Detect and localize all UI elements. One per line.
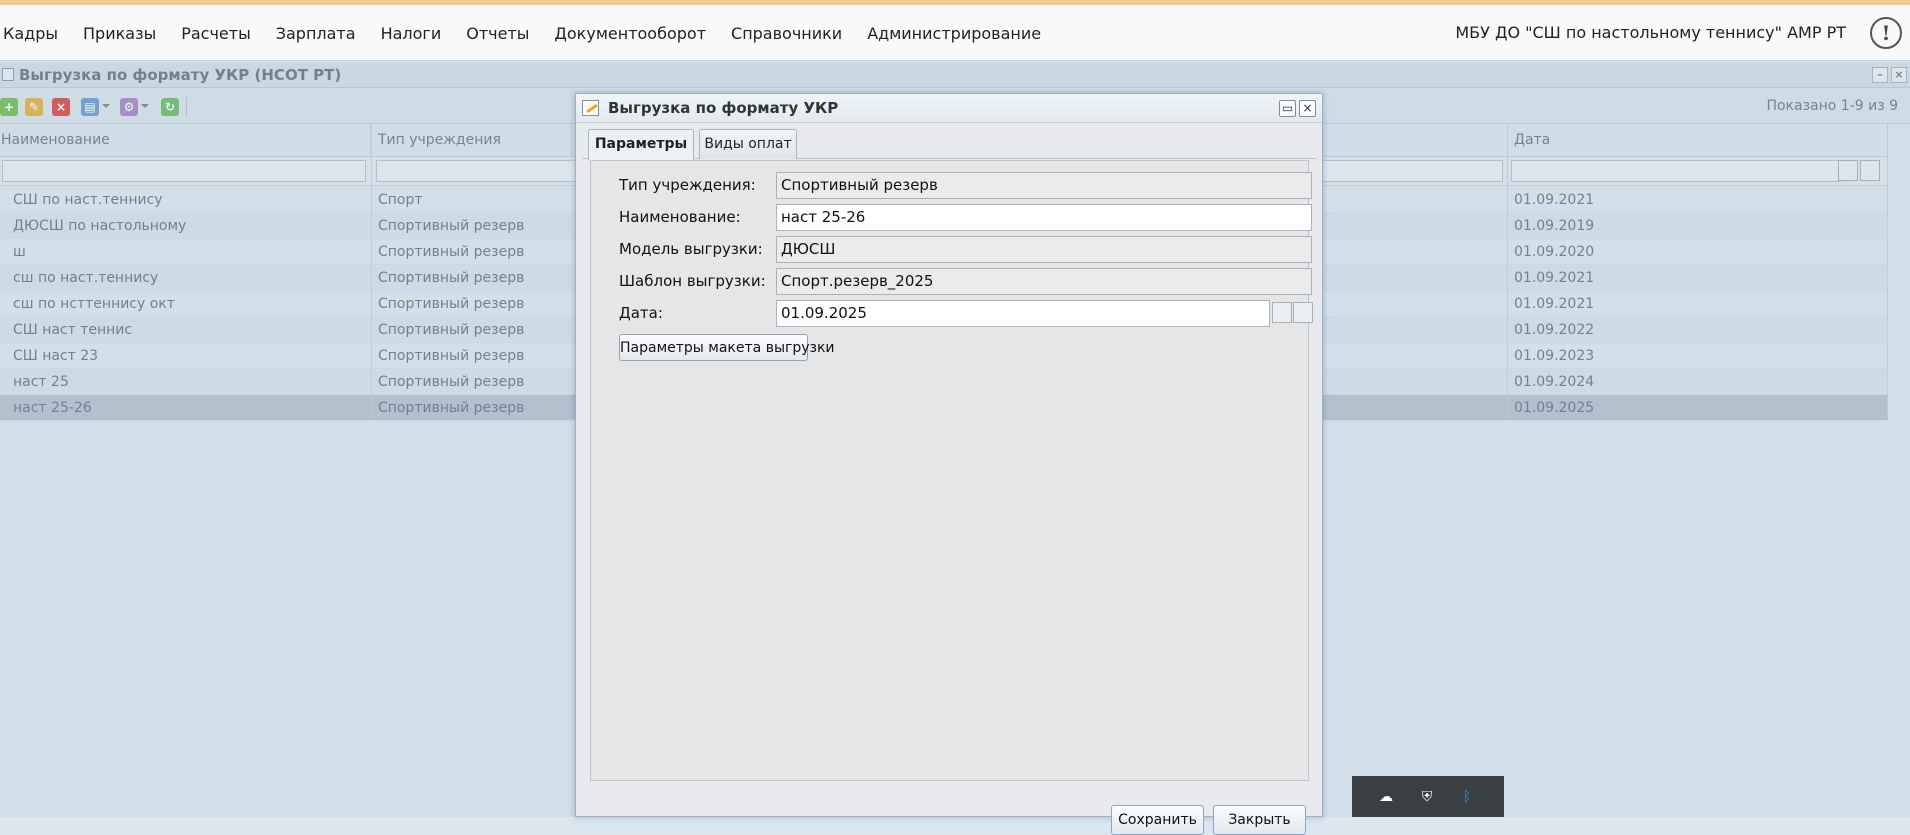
cell-name: СШ наст теннис: [13, 322, 133, 338]
alert-icon[interactable]: !: [1870, 17, 1902, 49]
actions-icon[interactable]: ⚙: [120, 98, 138, 116]
bluetooth-icon[interactable]: ᛒ: [1457, 787, 1477, 807]
print-icon[interactable]: ▤: [81, 98, 99, 116]
menu-item-prikazy[interactable]: Приказы: [83, 24, 156, 43]
date-clear-icon[interactable]: [1860, 160, 1880, 181]
menu-item-spravochniki[interactable]: Справочники: [731, 24, 842, 43]
cancel-button[interactable]: Закрыть: [1213, 805, 1306, 835]
cell-type: Спортивный резерв: [378, 296, 525, 312]
menu-items: Кадры Приказы Расчеты Зарплата Налоги От…: [3, 5, 1066, 61]
export-dialog: Выгрузка по формату УКР ▭ × Параметры Ви…: [575, 93, 1323, 835]
menu-item-nalogi[interactable]: Налоги: [381, 24, 442, 43]
close-icon[interactable]: ×: [1891, 67, 1907, 83]
filter-date-input[interactable]: [1511, 160, 1841, 182]
column-divider: [1887, 124, 1888, 419]
menu-item-raschety[interactable]: Расчеты: [181, 24, 251, 43]
cell-type: Спортивный резерв: [378, 218, 525, 234]
cell-name: СШ наст 23: [13, 348, 99, 364]
cell-date: 01.09.2019: [1514, 218, 1595, 234]
cell-type: Спортивный резерв: [378, 244, 525, 260]
column-divider: [1507, 124, 1508, 419]
calendar-icon[interactable]: [1838, 160, 1858, 181]
cell-type: Спортивный резерв: [378, 400, 525, 416]
cell-type: Спортивный резерв: [378, 374, 525, 390]
cell-type: Спортивный резерв: [378, 270, 525, 286]
column-divider: [371, 124, 372, 419]
filter-name-input[interactable]: [2, 160, 366, 182]
cloud-off-icon[interactable]: ☁: [1376, 787, 1396, 807]
system-tray: ☁ ⛨ ᛒ: [1352, 776, 1504, 817]
minimize-icon[interactable]: –: [1872, 67, 1888, 83]
edit-document-icon: [582, 100, 599, 116]
refresh-icon[interactable]: ↻: [161, 98, 179, 116]
export-model-field[interactable]: ДЮСШ: [776, 236, 1312, 263]
dialog-title: Выгрузка по формату УКР: [608, 99, 839, 117]
menu-item-otchety[interactable]: Отчеты: [466, 24, 529, 43]
edit-icon[interactable]: ✎: [25, 98, 43, 116]
window-icon: [2, 68, 14, 81]
cell-name: сш по нсттеннису окт: [13, 296, 175, 312]
cell-name: ш: [13, 244, 26, 260]
date-input[interactable]: 01.09.2025: [776, 300, 1270, 327]
toolbar-separator: [186, 97, 187, 117]
export-template-field[interactable]: Спорт.резерв_2025: [776, 268, 1312, 295]
cell-date: 01.09.2020: [1514, 244, 1595, 260]
date-label: Дата:: [619, 304, 663, 322]
cell-type: Спортивный резерв: [378, 322, 525, 338]
cell-name: сш по наст.теннису: [13, 270, 159, 286]
date-clear-icon[interactable]: [1293, 302, 1313, 323]
menu-item-dokumentooborot[interactable]: Документооборот: [554, 24, 706, 43]
cell-date: 01.09.2021: [1514, 270, 1595, 286]
main-menu-bar: Кадры Приказы Расчеты Зарплата Налоги От…: [0, 5, 1910, 61]
export-model-label: Модель выгрузки:: [619, 240, 763, 258]
tab-parameters[interactable]: Параметры: [588, 129, 694, 160]
save-button[interactable]: Сохранить: [1111, 805, 1204, 835]
calendar-icon[interactable]: [1272, 302, 1292, 323]
cell-date: 01.09.2025: [1514, 400, 1595, 416]
organization-name: МБУ ДО "СШ по настольному теннису" АМР Р…: [1455, 23, 1846, 42]
menu-item-zarplata[interactable]: Зарплата: [276, 24, 356, 43]
tab-payment-types[interactable]: Виды оплат: [699, 129, 797, 159]
layout-params-button[interactable]: Параметры макета выгрузки: [619, 334, 835, 361]
cell-type: Спортивный резерв: [378, 348, 525, 364]
column-header-name[interactable]: Наименование: [0, 124, 371, 157]
name-label: Наименование:: [619, 208, 741, 226]
cell-name: наст 25: [13, 374, 69, 390]
cell-type: Спорт: [378, 192, 423, 208]
column-header-date[interactable]: Дата: [1508, 124, 1888, 157]
cell-date: 01.09.2023: [1514, 348, 1595, 364]
export-template-label: Шаблон выгрузки:: [619, 272, 766, 290]
column-header-type[interactable]: Тип учреждения: [372, 124, 572, 157]
parameters-panel: Тип учреждения: Спортивный резерв Наимен…: [590, 160, 1313, 781]
filter-extra-input[interactable]: [1320, 160, 1503, 182]
cell-name: наст 25-26: [13, 400, 92, 416]
cell-name: СШ по наст.теннису: [13, 192, 163, 208]
records-shown-text: Показано 1-9 из 9: [1766, 98, 1898, 114]
menu-item-administrirovanie[interactable]: Администрирование: [867, 24, 1041, 43]
add-icon[interactable]: +: [0, 98, 18, 116]
dialog-title-bar: Выгрузка по формату УКР ▭ ×: [576, 94, 1322, 123]
cell-name: ДЮСШ по настольному: [13, 218, 187, 234]
cell-date: 01.09.2022: [1514, 322, 1595, 338]
menu-item-kadry[interactable]: Кадры: [3, 24, 58, 43]
dialog-tabstrip: Параметры Виды оплат: [582, 129, 1316, 160]
maximize-icon[interactable]: ▭: [1279, 100, 1296, 117]
security-shield-icon[interactable]: ⛨: [1417, 787, 1437, 807]
delete-icon[interactable]: ×: [52, 98, 70, 116]
print-dropdown-icon[interactable]: [102, 104, 110, 108]
name-input[interactable]: наст 25-26: [776, 204, 1312, 231]
filter-type-input[interactable]: [376, 160, 576, 182]
actions-dropdown-icon[interactable]: [141, 104, 149, 108]
cell-date: 01.09.2021: [1514, 192, 1595, 208]
close-icon[interactable]: ×: [1299, 100, 1316, 117]
window-title-bar: Выгрузка по формату УКР (НСОТ РТ) – ×: [0, 62, 1910, 88]
cell-date: 01.09.2024: [1514, 374, 1595, 390]
window-title: Выгрузка по формату УКР (НСОТ РТ): [19, 66, 342, 84]
institution-type-label: Тип учреждения:: [619, 176, 756, 194]
cell-date: 01.09.2021: [1514, 296, 1595, 312]
institution-type-field[interactable]: Спортивный резерв: [776, 172, 1312, 199]
